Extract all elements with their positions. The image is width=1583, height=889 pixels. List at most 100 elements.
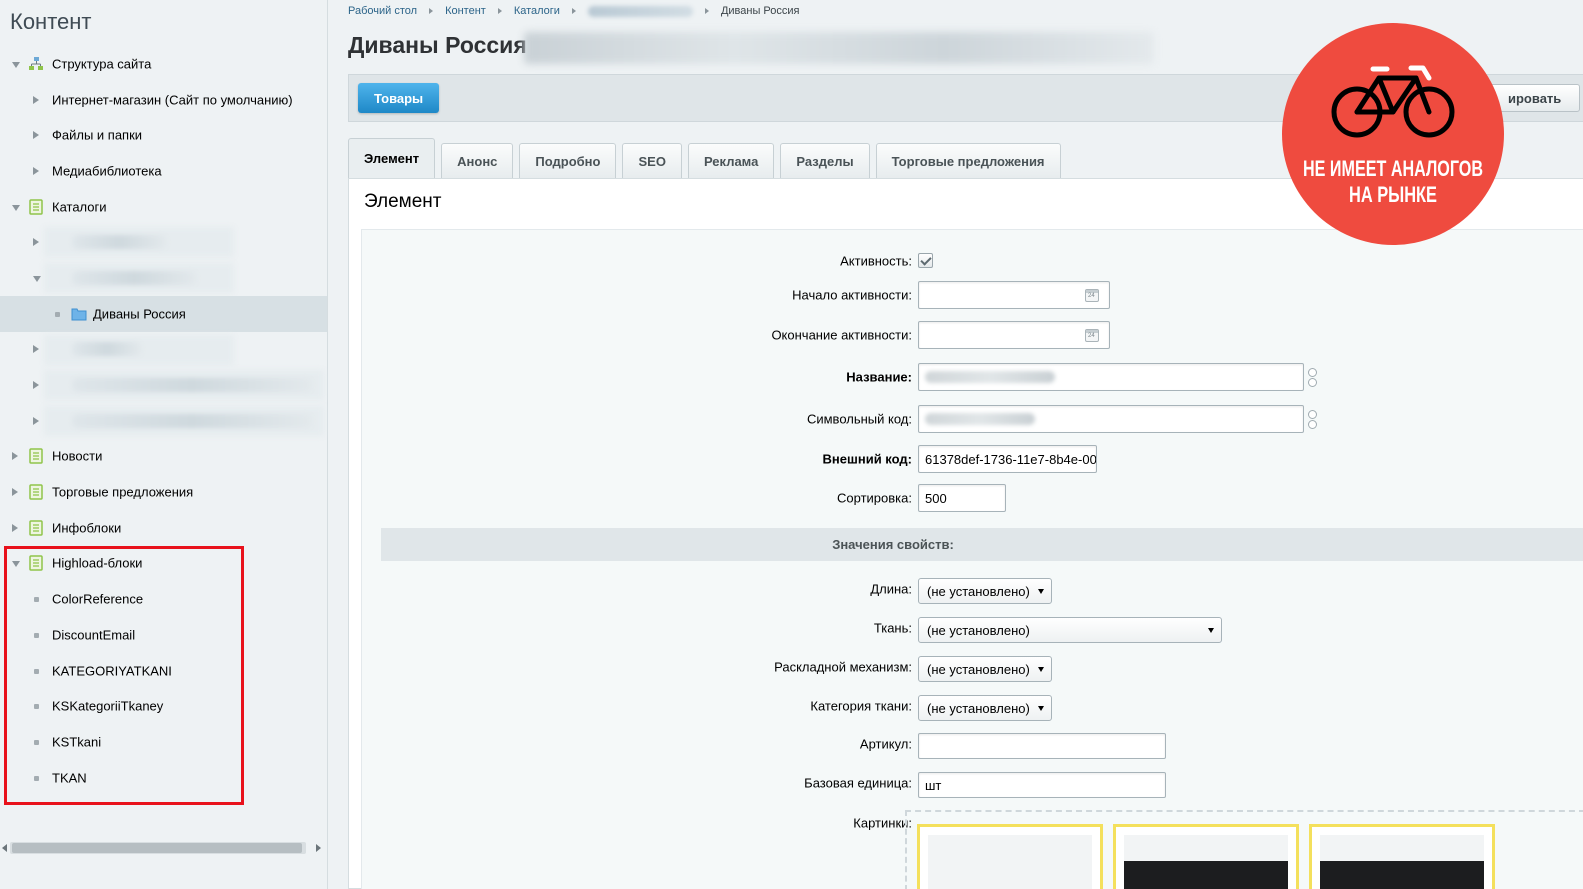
- translit-icon[interactable]: [1307, 409, 1317, 431]
- scroll-right-icon[interactable]: [316, 844, 321, 852]
- chevron-right-icon[interactable]: [33, 345, 39, 354]
- sidebar-tree-item[interactable]: Инфоблоки: [0, 510, 327, 546]
- picture-slot[interactable]: [1309, 824, 1495, 889]
- sidebar-tree-item[interactable]: [0, 260, 327, 296]
- sidebar-tree-label: KATEGORIYATKANI: [52, 663, 172, 679]
- sidebar-tree-item[interactable]: KATEGORIYATKANI: [0, 653, 327, 689]
- sidebar-tree-item[interactable]: DiscountEmail: [0, 617, 327, 653]
- chevron-down-icon[interactable]: [12, 61, 20, 68]
- sidebar-tree-item[interactable]: Структура сайта: [0, 46, 327, 82]
- chevron-right-icon[interactable]: [33, 238, 39, 247]
- translit-icon[interactable]: [1307, 367, 1317, 389]
- sidebar-tree-item[interactable]: Новости: [0, 439, 327, 475]
- page-title: Диваны Россия: [348, 32, 527, 58]
- tab-sections[interactable]: Разделы: [780, 143, 870, 178]
- sidebar-tree-label: KSTkani: [52, 734, 102, 750]
- sidebar-tree-item[interactable]: Highload-блоки: [0, 546, 327, 582]
- name-input[interactable]: [918, 363, 1304, 391]
- sidebar-tree-label: ColorReference: [52, 591, 144, 607]
- sidebar-tree-item[interactable]: Диваны Россия: [0, 295, 327, 332]
- breadcrumb-item[interactable]: Рабочий стол: [348, 5, 417, 17]
- code-input[interactable]: [918, 405, 1304, 433]
- sidebar-tree-item[interactable]: Медиабиблиотека: [0, 153, 327, 189]
- form-row-code: Символьный код:: [362, 405, 1583, 433]
- pictures-dropzone[interactable]: [905, 810, 1583, 889]
- sidebar-tree-label: Торговые предложения: [52, 484, 194, 500]
- chevron-right-icon[interactable]: [33, 166, 39, 175]
- sidebar-tree-item[interactable]: [0, 367, 327, 403]
- properties-header: Значения свойств:: [381, 528, 1583, 561]
- mechanism-label: Раскладной механизм:: [774, 659, 912, 675]
- tab-trade-offers[interactable]: Торговые предложения: [875, 143, 1061, 178]
- sidebar-tree-item[interactable]: KSTkani: [0, 724, 327, 760]
- chevron-down-icon[interactable]: [33, 275, 41, 282]
- sidebar: Контент Структура сайта Интернет-магазин …: [0, 0, 328, 889]
- tab-details[interactable]: Подробно: [519, 143, 617, 178]
- breadcrumb-item-blurred[interactable]: [587, 5, 693, 17]
- xml-id-input[interactable]: 61378def-1736-11e7-8b4e-00: [918, 445, 1097, 473]
- bullet-icon: [55, 311, 60, 317]
- active-checkbox[interactable]: [918, 253, 933, 268]
- fabric-select[interactable]: (не установлено): [918, 617, 1222, 643]
- form-row-unit: Базовая единица: шт: [362, 772, 1583, 800]
- sidebar-tree-item[interactable]: [0, 403, 327, 439]
- start-date-input[interactable]: 24: [918, 281, 1110, 309]
- chevron-right-icon[interactable]: [33, 416, 39, 425]
- name-label: Название:: [846, 369, 912, 385]
- sidebar-tree-item[interactable]: ColorReference: [0, 581, 327, 617]
- tab-announce[interactable]: Анонс: [441, 143, 514, 178]
- tab-advertising[interactable]: Реклама: [687, 143, 775, 178]
- active-label: Активность:: [840, 253, 912, 269]
- chevron-down-icon[interactable]: [12, 204, 20, 211]
- tab-content: Элемент Активность: Начало активности: 2…: [348, 178, 1583, 889]
- scrollbar-thumb[interactable]: [12, 843, 302, 853]
- chevron-right-icon[interactable]: [12, 452, 18, 461]
- chevron-right-icon[interactable]: [12, 523, 18, 532]
- chevron-down-icon[interactable]: [12, 561, 20, 568]
- article-input[interactable]: [918, 733, 1166, 759]
- chevron-right-icon[interactable]: [33, 131, 39, 140]
- sidebar-tree-item[interactable]: Файлы и папки: [0, 117, 327, 153]
- start-label: Начало активности:: [792, 287, 912, 303]
- sidebar-tree-label: [72, 270, 197, 285]
- breadcrumb-item[interactable]: Каталоги: [514, 5, 560, 17]
- length-select[interactable]: (не установлено): [918, 578, 1052, 604]
- form-row-length: Длина: (не установлено): [362, 578, 1583, 606]
- badge-line-1: НЕ ИМЕЕТ АНАЛОГОВ: [1303, 156, 1483, 181]
- goods-button[interactable]: Товары: [358, 83, 440, 113]
- tab-element[interactable]: Элемент: [348, 138, 436, 178]
- mechanism-select[interactable]: (не установлено): [918, 656, 1052, 682]
- sidebar-tree-item[interactable]: Интернет-магазин (Сайт по умолчанию): [0, 82, 327, 118]
- chevron-right-icon[interactable]: [33, 95, 39, 104]
- sidebar-tree-label: Медиабиблиотека: [52, 163, 162, 179]
- picture-slot[interactable]: [1113, 824, 1299, 889]
- calendar-icon[interactable]: 24: [1085, 329, 1099, 342]
- sidebar-tree-item[interactable]: Каталоги: [0, 189, 327, 225]
- name-value-blurred: [925, 371, 1055, 383]
- bullet-icon: [34, 632, 39, 638]
- sidebar-tree-item[interactable]: [0, 332, 327, 368]
- article-label: Артикул:: [859, 736, 912, 752]
- sidebar-tree-item[interactable]: TKAN: [0, 760, 327, 796]
- fabric-category-select[interactable]: (не установлено): [918, 695, 1052, 721]
- sidebar-tree-item[interactable]: Торговые предложения: [0, 474, 327, 510]
- horizontal-scrollbar[interactable]: [0, 838, 327, 858]
- sidebar-tree-label: Инфоблоки: [52, 520, 122, 536]
- end-date-input[interactable]: 24: [918, 321, 1110, 349]
- sidebar-tree-label: Файлы и папки: [52, 127, 143, 143]
- form-row-active: Активность:: [362, 247, 1583, 275]
- tab-seo[interactable]: SEO: [622, 143, 682, 178]
- unit-input[interactable]: шт: [918, 772, 1166, 798]
- breadcrumb-current: Диваны Россия: [720, 5, 800, 17]
- chevron-right-icon[interactable]: [12, 488, 18, 497]
- breadcrumb-item[interactable]: Контент: [445, 5, 486, 17]
- sidebar-tree-item[interactable]: [0, 224, 327, 260]
- unit-label: Базовая единица:: [804, 775, 912, 791]
- picture-slot[interactable]: [917, 824, 1103, 889]
- chevron-right-icon[interactable]: [33, 381, 39, 390]
- sidebar-tree-item[interactable]: KSKategoriiTkaney: [0, 688, 327, 724]
- scroll-left-icon[interactable]: [2, 844, 7, 852]
- end-label: Окончание активности:: [771, 327, 912, 343]
- calendar-icon[interactable]: 24: [1085, 289, 1099, 302]
- sort-input[interactable]: 500: [918, 484, 1006, 512]
